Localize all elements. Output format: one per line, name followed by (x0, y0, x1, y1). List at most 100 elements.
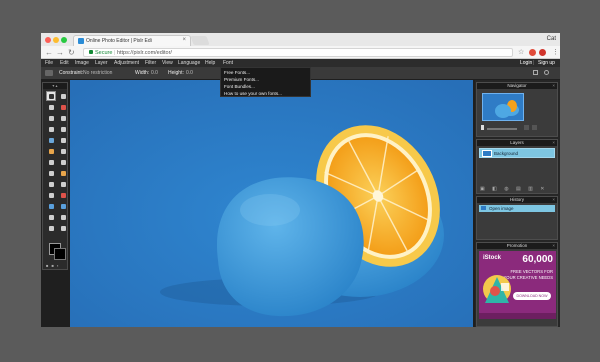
toolbox: ▾ ▴ ■ ■ ▪ (42, 82, 68, 270)
history-close-icon[interactable]: × (552, 197, 555, 203)
pixlr-favicon-icon (78, 38, 84, 44)
browser-tab[interactable]: Online Photo Editor | Pixlr Edi × (73, 35, 191, 46)
tab-bar: Online Photo Editor | Pixlr Edi × Cat (41, 33, 560, 46)
height-label: Height: (168, 70, 184, 76)
lasso-tool-icon[interactable] (58, 102, 68, 112)
reload-icon[interactable]: ↻ (68, 48, 75, 57)
menu-item-premium-fonts[interactable]: Premium Fonts... (224, 76, 310, 83)
menu-item-free-fonts[interactable]: Free Fonts... (224, 69, 310, 76)
tab-close-icon[interactable]: × (182, 37, 186, 43)
layer-background-row[interactable]: Background (479, 148, 555, 158)
promotion-panel: Promotion × iStock 60,000 FREE VECTORS F… (476, 242, 558, 327)
dodge-tool-icon[interactable] (58, 179, 68, 189)
bloat-tool-icon[interactable] (58, 201, 68, 211)
right-panels: Navigator × Layers × Background ▣ ◧ ◍ ▤ … (475, 80, 560, 327)
menu-language[interactable]: Language (178, 60, 200, 66)
login-link[interactable]: Login (520, 60, 532, 66)
menu-view[interactable]: View (162, 60, 173, 66)
ad-download-button[interactable]: DOWNLOAD NOW (513, 292, 551, 300)
menu-item-font-bundles[interactable]: Font Bundles... (224, 83, 310, 90)
image-canvas[interactable] (70, 80, 473, 327)
zoom-controls[interactable] (481, 125, 538, 131)
menu-filter[interactable]: Filter (145, 60, 156, 66)
url-input[interactable]: Secure | https://pixlr.com/editor/ (83, 48, 513, 57)
lastpass-extension-icon[interactable] (539, 49, 546, 56)
forward-icon[interactable]: → (56, 48, 64, 57)
crop-tool-icon-button[interactable] (46, 91, 56, 101)
swatch-controls[interactable]: ■ ■ ▪ (46, 263, 59, 268)
bucket-tool-icon[interactable] (46, 135, 56, 145)
pinch-tool-icon[interactable] (46, 212, 56, 222)
sharpen-tool-icon[interactable] (46, 168, 56, 178)
back-icon[interactable]: ← (45, 48, 53, 57)
move-tool-icon[interactable] (58, 91, 68, 101)
zoom-tool-icon[interactable] (58, 223, 68, 233)
history-item[interactable]: Open image (479, 205, 555, 212)
menu-item-own-fonts[interactable]: How to use your own fonts... (224, 90, 310, 97)
layer-name: Background (494, 151, 519, 156)
width-input[interactable]: 0.0 (151, 70, 158, 76)
hand-tool-icon[interactable] (46, 223, 56, 233)
maximize-window-icon[interactable] (61, 37, 67, 43)
burn-tool-icon[interactable] (46, 190, 56, 200)
fullscreen-icon[interactable] (533, 70, 538, 75)
drawing-tool-icon[interactable] (46, 157, 56, 167)
history-title: History (509, 197, 524, 202)
spot-heal-tool-icon[interactable] (46, 201, 56, 211)
font-menu-dropdown: Free Fonts... Premium Fonts... Font Bund… (220, 67, 311, 97)
new-tab-button[interactable] (190, 36, 210, 45)
browser-window: Online Photo Editor | Pixlr Edi × Cat ← … (41, 33, 560, 327)
ad-count: 60,000 (522, 254, 553, 265)
menu-help[interactable]: Help (205, 60, 215, 66)
layers-close-icon[interactable]: × (552, 140, 555, 146)
app-menu-bar: File Edit Image Layer Adjustment Filter … (41, 59, 560, 67)
color-replace-tool-icon[interactable] (58, 146, 68, 156)
background-color-swatch[interactable] (54, 248, 66, 260)
sponge-tool-icon[interactable] (46, 179, 56, 189)
navigator-preview (495, 100, 519, 118)
pencil-tool-icon[interactable] (58, 113, 68, 123)
navigator-close-icon[interactable]: × (552, 83, 555, 89)
navigator-title: Navigator (507, 83, 527, 88)
opera-extension-icon[interactable] (529, 49, 536, 56)
menu-font[interactable]: Font (223, 60, 233, 66)
crop-tool-icon (45, 70, 53, 76)
promotion-close-icon[interactable]: × (552, 243, 555, 249)
browser-user-name[interactable]: Cat (547, 36, 556, 42)
width-label: Width: (135, 70, 150, 76)
menu-file[interactable]: File (45, 60, 53, 66)
eraser-tool-icon[interactable] (58, 124, 68, 134)
url-text: https://pixlr.com/editor/ (116, 50, 172, 56)
tool-grid (43, 89, 67, 233)
ad-illustration (483, 275, 511, 303)
navigator-thumbnail[interactable] (482, 93, 524, 121)
promotion-ad[interactable]: iStock 60,000 FREE VECTORS FOR YOUR CREA… (479, 251, 556, 319)
blur-tool-icon[interactable] (58, 157, 68, 167)
type-tool-icon[interactable] (58, 212, 68, 222)
close-window-icon[interactable] (45, 37, 51, 43)
constraint-select[interactable]: No restriction (83, 70, 112, 76)
wand-tool-icon[interactable] (46, 113, 56, 123)
ad-footer (479, 313, 556, 319)
layer-action-icons[interactable]: ▣ ◧ ◍ ▤ ▥ ✕ (480, 186, 547, 192)
settings-icon[interactable] (544, 70, 549, 75)
brush-tool-icon[interactable] (46, 124, 56, 134)
promotion-title: Promotion (506, 243, 528, 248)
history-header: History × (477, 197, 557, 203)
menu-adjustment[interactable]: Adjustment (114, 60, 139, 66)
redeye-tool-icon[interactable] (58, 190, 68, 200)
constraint-label: Constraint: (59, 70, 84, 76)
menu-layer[interactable]: Layer (95, 60, 108, 66)
bookmark-star-icon[interactable]: ☆ (518, 48, 524, 57)
minimize-window-icon[interactable] (53, 37, 59, 43)
menu-edit[interactable]: Edit (60, 60, 69, 66)
smudge-tool-icon[interactable] (58, 168, 68, 178)
menu-image[interactable]: Image (75, 60, 89, 66)
height-input[interactable]: 0.0 (186, 70, 193, 76)
ad-brand: iStock (483, 255, 502, 261)
gradient-tool-icon[interactable] (58, 135, 68, 145)
signup-link[interactable]: Sign up (538, 60, 555, 66)
clone-tool-icon[interactable] (46, 146, 56, 156)
browser-menu-icon[interactable]: ⋮ (552, 48, 559, 57)
marquee-tool-icon[interactable] (46, 102, 56, 112)
